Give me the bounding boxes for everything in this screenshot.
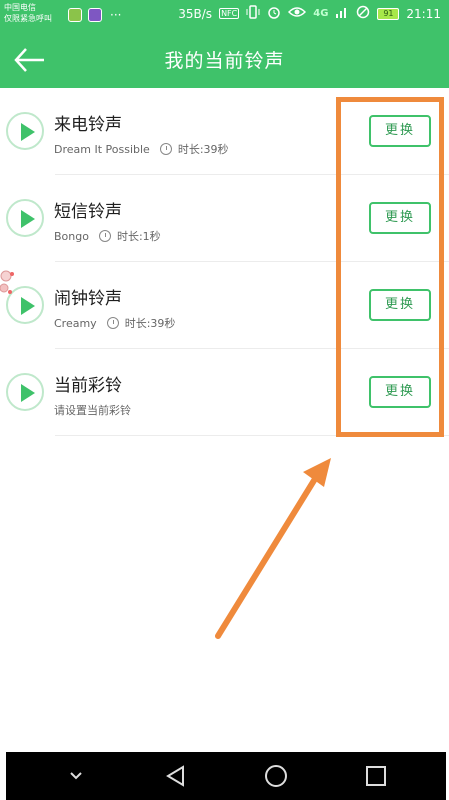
nav-back-button[interactable] xyxy=(156,756,196,796)
ringtone-title: 短信铃声 xyxy=(54,202,122,222)
gallery-notification-icon xyxy=(88,8,102,22)
network-speed: 35B/s xyxy=(178,6,213,21)
ringtone-title: 来电铃声 xyxy=(54,115,122,135)
clock-icon xyxy=(106,317,119,329)
triangle-back-icon xyxy=(166,765,184,787)
ringtone-duration: 时长:39秒 xyxy=(177,143,229,156)
status-indicators: 35B/s NFC 4G 91 21:11 xyxy=(178,5,441,22)
chevron-down-icon xyxy=(70,772,82,780)
page-title: 我的当前铃声 xyxy=(164,50,285,72)
highlight-box xyxy=(336,97,444,437)
no-sim-icon xyxy=(356,5,370,22)
ringtone-duration: 时长:39秒 xyxy=(124,317,176,330)
ringtone-duration: 时长:1秒 xyxy=(116,230,161,243)
ringtone-name: Dream It Possible xyxy=(54,142,150,156)
ringtone-name: 请设置当前彩铃 xyxy=(54,404,131,417)
alarm-icon xyxy=(267,5,281,22)
notification-icons: ··· xyxy=(68,8,121,22)
ringtone-name: Creamy xyxy=(54,316,97,330)
nav-home-button[interactable] xyxy=(256,756,296,796)
vibrate-icon xyxy=(246,5,260,22)
app-notification-icon xyxy=(68,8,82,22)
ringtone-subtitle: Creamy 时长:39秒 xyxy=(54,315,175,331)
battery-icon: 91 xyxy=(377,7,400,20)
carrier-info: 中国电信 仅限紧急呼叫 xyxy=(4,2,52,24)
play-icon[interactable] xyxy=(6,373,44,411)
status-bar: 中国电信 仅限紧急呼叫 ··· 35B/s NFC 4G 91 21:11 xyxy=(0,0,449,30)
nav-recents-button[interactable] xyxy=(356,756,396,796)
title-bar: 我的当前铃声 xyxy=(0,30,449,88)
carrier-status: 仅限紧急呼叫 xyxy=(4,14,52,23)
clock-time: 21:11 xyxy=(406,6,441,21)
hide-nav-button[interactable] xyxy=(56,756,96,796)
clock-icon xyxy=(159,143,172,155)
floating-mascot-icon[interactable] xyxy=(0,268,22,308)
ringtone-subtitle: Bongo 时长:1秒 xyxy=(54,228,161,244)
clock-icon xyxy=(98,230,111,242)
network-type: 4G xyxy=(313,8,329,19)
play-icon[interactable] xyxy=(6,199,44,237)
ringtone-title: 闹钟铃声 xyxy=(54,289,122,309)
more-notifications-icon: ··· xyxy=(110,8,122,22)
navigation-bar xyxy=(6,752,446,800)
circle-home-icon xyxy=(265,765,287,787)
carrier-name: 中国电信 xyxy=(4,3,36,12)
ringtone-title: 当前彩铃 xyxy=(54,376,122,396)
play-icon[interactable] xyxy=(6,112,44,150)
square-recents-icon xyxy=(366,766,386,786)
nfc-icon: NFC xyxy=(219,8,240,19)
signal-icon xyxy=(335,6,349,21)
ringtone-name: Bongo xyxy=(54,229,89,243)
ringtone-subtitle: 请设置当前彩铃 xyxy=(54,402,131,418)
eye-icon xyxy=(288,6,307,21)
ringtone-subtitle: Dream It Possible 时长:39秒 xyxy=(54,141,229,157)
